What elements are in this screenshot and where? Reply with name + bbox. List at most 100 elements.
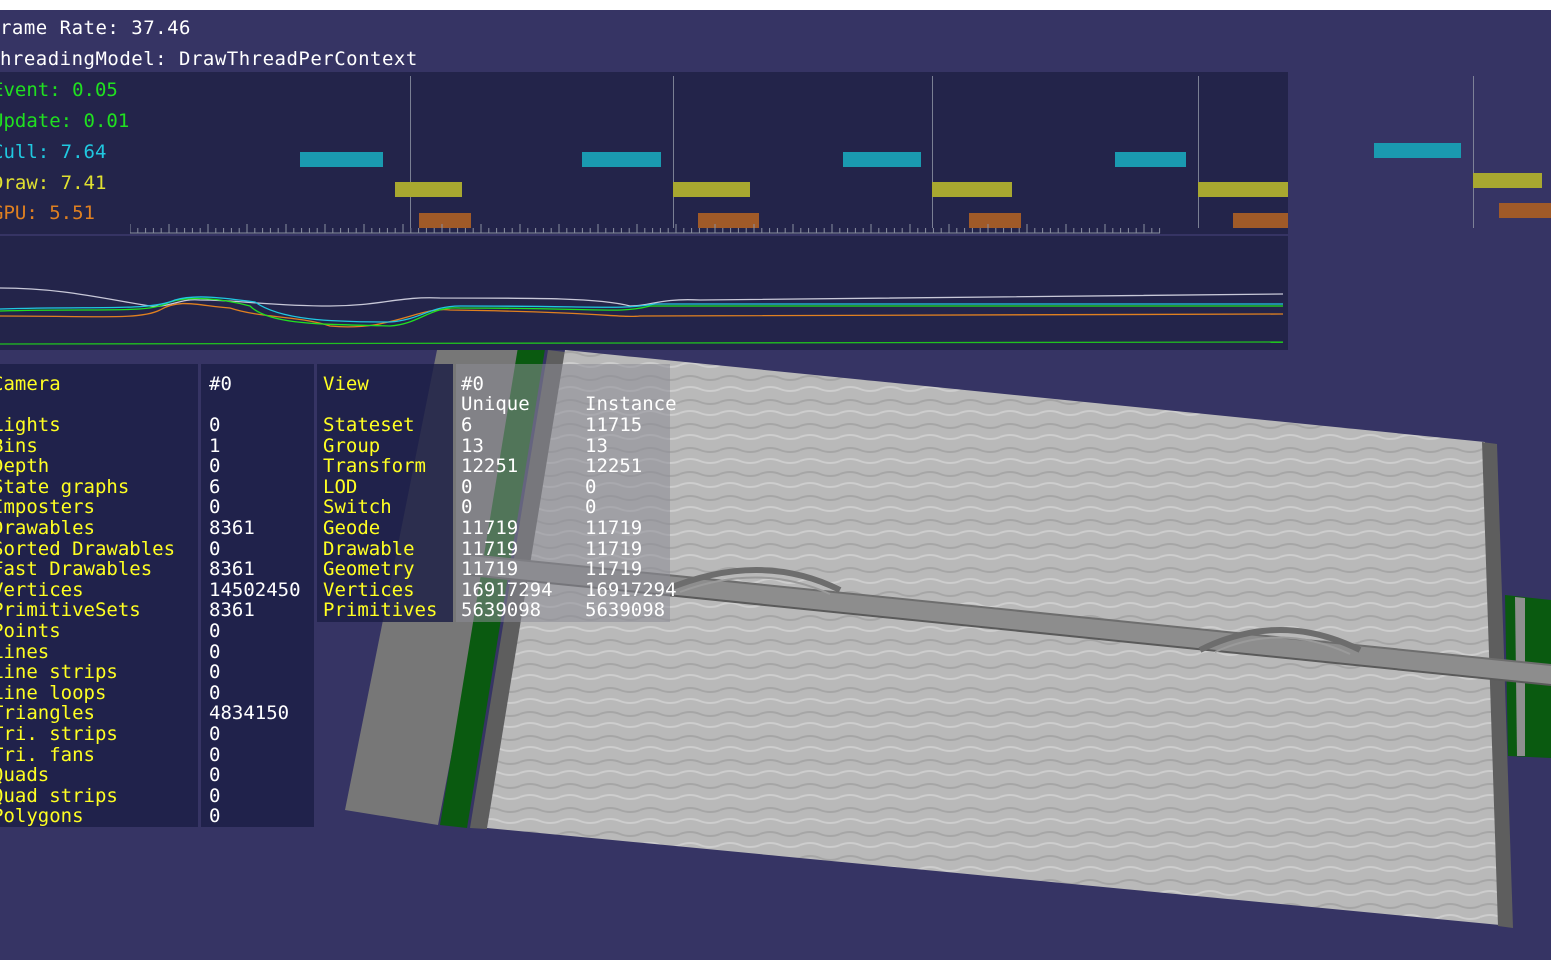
view-stat-label: Stateset	[323, 414, 415, 436]
camera-stat-value: 4834150	[209, 702, 290, 725]
camera-stat-value: 14502450	[209, 578, 301, 601]
draw-timing: Draw: 7.41	[0, 172, 107, 194]
view-stat-label: Primitives	[323, 599, 438, 622]
camera-stat-value: 1	[209, 434, 221, 457]
view-stat-unique: 6	[461, 414, 473, 436]
frame-marker	[410, 76, 411, 228]
view-stat-label: Switch	[323, 496, 392, 519]
camera-stat-value: 0	[209, 496, 221, 519]
view-stat-label: LOD	[323, 475, 358, 498]
3d-viewport[interactable]: Frame Rate: 37.46 ThreadingModel: DrawTh…	[0, 10, 1551, 960]
cull-bar	[1115, 152, 1186, 167]
performance-graph	[0, 236, 1288, 350]
time-ruler	[130, 224, 1161, 234]
view-header-label: View	[323, 373, 369, 395]
camera-stat-value: 6	[209, 475, 221, 498]
draw-bar	[1198, 182, 1288, 197]
camera-stat-label: Line loops	[0, 681, 107, 704]
view-stat-label: Geode	[323, 517, 381, 539]
view-stat-instance: 11719	[585, 558, 643, 581]
frame-rate-text: Frame Rate: 37.46	[0, 17, 191, 39]
draw-bar	[1473, 173, 1542, 188]
camera-stat-label: Lights	[0, 414, 61, 436]
camera-stat-label: Triangles	[0, 702, 95, 725]
cull-bar	[1374, 143, 1461, 158]
view-stat-unique: 11719	[461, 537, 519, 560]
threading-model-text: ThreadingModel: DrawThreadPerContext	[0, 48, 418, 70]
camera-stat-value: 0	[209, 455, 221, 478]
view-stat-instance: 11719	[585, 537, 643, 560]
view-stat-label: Group	[323, 434, 381, 457]
view-col-instance: Instance	[585, 393, 677, 415]
view-stat-unique: 12251	[461, 455, 519, 478]
camera-stat-value: 0	[209, 537, 221, 560]
view-stat-instance: 13	[585, 434, 608, 457]
graph-lines	[0, 287, 1284, 345]
event-timing: Event: 0.05	[0, 79, 118, 101]
camera-stat-label: Depth	[0, 455, 50, 478]
gpu-bar	[1499, 203, 1551, 218]
camera-stat-label: Points	[0, 620, 61, 642]
camera-stat-label: Tri. fans	[0, 743, 95, 766]
view-stat-instance: 16917294	[585, 578, 677, 601]
gpu-timing: GPU: 5.51	[0, 202, 95, 224]
camera-header-value: #0	[209, 373, 232, 395]
view-header-value: #0	[461, 373, 484, 395]
draw-bar	[673, 182, 750, 197]
view-stat-instance: 11715	[585, 414, 643, 436]
gpu-bar	[1233, 213, 1288, 228]
view-stat-unique: 0	[461, 496, 473, 519]
camera-stat-value: 0	[209, 784, 221, 807]
view-stat-label: Transform	[323, 455, 426, 478]
camera-stat-value: 0	[209, 743, 221, 766]
update-timing: Update: 0.01	[0, 110, 130, 132]
camera-stat-value: 0	[209, 620, 221, 642]
view-stat-label: Drawable	[323, 537, 415, 560]
cull-bar	[300, 152, 383, 167]
camera-stat-value: 0	[209, 414, 221, 436]
view-stat-unique: 11719	[461, 558, 519, 581]
camera-stat-value: 8361	[209, 517, 255, 539]
camera-stat-value: 0	[209, 661, 221, 684]
view-stat-unique: 0	[461, 475, 473, 498]
camera-stat-value: 0	[209, 805, 221, 828]
camera-stat-value: 0	[209, 681, 221, 704]
camera-stat-label: Imposters	[0, 496, 95, 519]
view-stat-label: Geometry	[323, 558, 415, 581]
camera-stat-label: State graphs	[0, 475, 130, 498]
view-stat-unique: 13	[461, 434, 484, 457]
view-stat-unique: 11719	[461, 517, 519, 539]
view-stat-instance: 0	[585, 496, 597, 519]
timing-panel: Event: 0.05 Update: 0.01 Cull: 7.64 Draw…	[0, 72, 1288, 234]
camera-stat-label: Quads	[0, 764, 50, 787]
frame-marker	[673, 76, 674, 228]
view-stat-instance: 5639098	[585, 599, 666, 622]
view-stat-label: Vertices	[323, 578, 415, 601]
frame-marker	[932, 76, 933, 228]
view-stat-unique: 5639098	[461, 599, 542, 622]
camera-stat-value: 0	[209, 640, 221, 663]
view-col-unique: Unique	[461, 393, 530, 415]
frame-marker	[1198, 76, 1199, 228]
view-stat-instance: 0	[585, 475, 597, 498]
view-stat-instance: 12251	[585, 455, 643, 478]
cull-timing: Cull: 7.64	[0, 141, 107, 163]
camera-stat-label: Drawables	[0, 517, 95, 539]
camera-stat-value: 8361	[209, 599, 255, 622]
camera-stat-label: Fast Drawables	[0, 558, 153, 581]
camera-stat-label: Line strips	[0, 661, 118, 684]
camera-header-label: Camera	[0, 373, 61, 395]
camera-stat-label: Sorted Drawables	[0, 537, 176, 560]
camera-stat-value: 0	[209, 764, 221, 787]
draw-bar	[395, 182, 462, 197]
camera-stat-label: Bins	[0, 434, 38, 457]
camera-stat-value: 0	[209, 723, 221, 745]
view-stat-instance: 11719	[585, 517, 643, 539]
cull-bar	[843, 152, 921, 167]
camera-stat-label: Tri. strips	[0, 723, 118, 745]
camera-stat-value: 8361	[209, 558, 255, 581]
camera-stat-label: PrimitiveSets	[0, 599, 141, 622]
camera-stat-label: Polygons	[0, 805, 84, 828]
view-stat-unique: 16917294	[461, 578, 553, 601]
camera-stat-label: Quad strips	[0, 784, 118, 807]
